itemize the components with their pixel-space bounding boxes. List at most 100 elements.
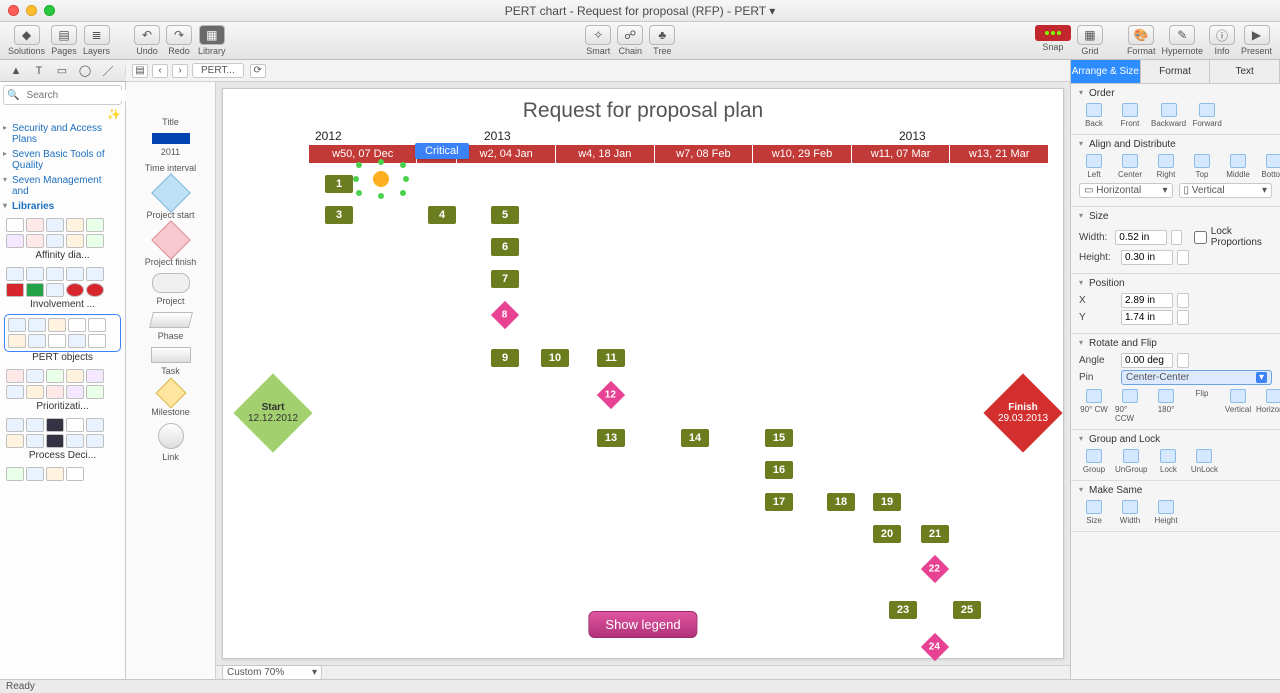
info-button[interactable]: ⓘ — [1209, 25, 1235, 45]
rect-tool-icon[interactable]: ▭ — [52, 63, 72, 79]
task-7[interactable]: 7 — [491, 270, 519, 288]
solutions-button[interactable]: ◆ — [14, 25, 40, 45]
tree-button[interactable]: ♣ — [649, 25, 675, 45]
shape-project-icon[interactable] — [152, 273, 190, 293]
same-width-icon[interactable] — [1122, 500, 1138, 514]
crumb-back-icon[interactable]: ‹ — [152, 64, 168, 78]
canvas[interactable]: Request for proposal plan 2012 2013 2013… — [222, 88, 1064, 659]
task-18[interactable]: 18 — [827, 493, 855, 511]
shape-project-finish-icon[interactable] — [151, 220, 191, 260]
milestone-24[interactable]: 24 — [921, 633, 949, 661]
smart-button[interactable]: ✧ — [585, 25, 611, 45]
task-1[interactable]: 1 — [325, 175, 353, 193]
window-maximize-icon[interactable] — [44, 5, 55, 16]
order-front-icon[interactable] — [1122, 103, 1138, 117]
sidebar-link-seven-mgmt[interactable]: Seven Management and — [0, 173, 125, 199]
order-forward-icon[interactable] — [1199, 103, 1215, 117]
unlock-icon[interactable] — [1196, 449, 1212, 463]
libraries-header[interactable]: Libraries — [0, 199, 125, 214]
selection-handles[interactable] — [359, 165, 403, 193]
align-right-icon[interactable] — [1158, 154, 1174, 168]
y-stepper[interactable] — [1177, 310, 1189, 325]
tab-text[interactable]: Text — [1210, 60, 1280, 83]
milestone-12[interactable]: 12 — [597, 381, 625, 409]
width-input[interactable] — [1115, 230, 1167, 245]
sidebar-link-security[interactable]: Security and Access Plans — [0, 121, 125, 147]
align-bottom-icon[interactable] — [1266, 154, 1280, 168]
lib-process[interactable]: Process Deci... — [0, 414, 125, 463]
text-tool-icon[interactable]: T — [29, 63, 49, 79]
snap-indicator-icon[interactable] — [1035, 25, 1071, 41]
task-25[interactable]: 25 — [953, 601, 981, 619]
undo-button[interactable]: ↶ — [134, 25, 160, 45]
task-23[interactable]: 23 — [889, 601, 917, 619]
task-11[interactable]: 11 — [597, 349, 625, 367]
window-close-icon[interactable] — [8, 5, 19, 16]
task-19[interactable]: 19 — [873, 493, 901, 511]
window-minimize-icon[interactable] — [26, 5, 37, 16]
y-input[interactable] — [1121, 310, 1173, 325]
line-tool-icon[interactable]: ／ — [98, 63, 118, 79]
same-height-icon[interactable] — [1158, 500, 1174, 514]
start-node[interactable]: Start12.12.2012 — [233, 373, 312, 452]
shape-link-icon[interactable] — [158, 423, 184, 449]
crumb-tab[interactable]: PERT... — [192, 63, 244, 78]
rotate-180-icon[interactable] — [1158, 389, 1174, 403]
task-4[interactable]: 4 — [428, 206, 456, 224]
align-top-icon[interactable] — [1194, 154, 1210, 168]
height-stepper[interactable] — [1177, 250, 1189, 265]
canvas-area[interactable]: Request for proposal plan 2012 2013 2013… — [216, 82, 1070, 665]
milestone-8[interactable]: 8 — [491, 301, 519, 329]
shape-title-icon[interactable] — [154, 102, 188, 114]
hypernote-button[interactable]: ✎ — [1169, 25, 1195, 45]
task-10[interactable]: 10 — [541, 349, 569, 367]
shape-milestone-icon[interactable] — [155, 377, 186, 408]
ungroup-icon[interactable] — [1123, 449, 1139, 463]
tab-format[interactable]: Format — [1141, 60, 1211, 83]
order-backward-icon[interactable] — [1161, 103, 1177, 117]
task-21[interactable]: 21 — [921, 525, 949, 543]
task-5[interactable]: 5 — [491, 206, 519, 224]
angle-input[interactable] — [1121, 353, 1173, 368]
crumb-fwd-icon[interactable]: › — [172, 64, 188, 78]
lock-icon[interactable] — [1160, 449, 1176, 463]
align-middle-icon[interactable] — [1230, 154, 1246, 168]
x-input[interactable] — [1121, 293, 1173, 308]
ellipse-tool-icon[interactable]: ◯ — [75, 63, 95, 79]
distribute-horizontal-select[interactable]: ▭ Horizontal▾ — [1079, 183, 1173, 198]
height-input[interactable] — [1121, 250, 1173, 265]
lib-involvement[interactable]: Involvement ... — [0, 263, 125, 312]
shape-project-start-icon[interactable] — [151, 173, 191, 213]
crumb-menu-icon[interactable]: ▤ — [132, 64, 148, 78]
task-9[interactable]: 9 — [491, 349, 519, 367]
lib-extra[interactable] — [0, 463, 125, 485]
pin-select[interactable]: Center-Center▾ — [1121, 370, 1272, 385]
lib-prior[interactable]: Prioritizati... — [0, 365, 125, 414]
shape-year-icon[interactable] — [152, 133, 190, 144]
rotate-ccw-icon[interactable] — [1122, 389, 1138, 403]
zoom-select[interactable]: Custom 70%▾ — [222, 665, 322, 680]
tab-arrange[interactable]: Arrange & Size — [1071, 60, 1141, 83]
layers-button[interactable]: ≣ — [84, 25, 110, 45]
rotate-cw-icon[interactable] — [1086, 389, 1102, 403]
task-20[interactable]: 20 — [873, 525, 901, 543]
task-3[interactable]: 3 — [325, 206, 353, 224]
grid-button[interactable]: ▦ — [1077, 25, 1103, 45]
present-button[interactable]: ▶ — [1244, 25, 1270, 45]
task-14[interactable]: 14 — [681, 429, 709, 447]
pages-button[interactable]: ▤ — [51, 25, 77, 45]
show-legend-button[interactable]: Show legend — [588, 611, 697, 638]
sidebar-link-seven-basic[interactable]: Seven Basic Tools of Quality — [0, 147, 125, 173]
format-button[interactable]: 🎨 — [1128, 25, 1154, 45]
redo-button[interactable]: ↷ — [166, 25, 192, 45]
task-15[interactable]: 15 — [765, 429, 793, 447]
width-stepper[interactable] — [1171, 230, 1182, 245]
library-button[interactable]: ▦ — [199, 25, 225, 45]
crumb-refresh-icon[interactable]: ⟳ — [250, 64, 266, 78]
search-box[interactable]: 🔍 — [3, 85, 122, 105]
finish-node[interactable]: Finish29.03.2013 — [983, 373, 1062, 452]
lock-proportions-checkbox[interactable] — [1194, 231, 1207, 244]
flip-v-icon[interactable] — [1230, 389, 1246, 403]
pointer-tool-icon[interactable]: ▲ — [6, 63, 26, 79]
same-size-icon[interactable] — [1086, 500, 1102, 514]
